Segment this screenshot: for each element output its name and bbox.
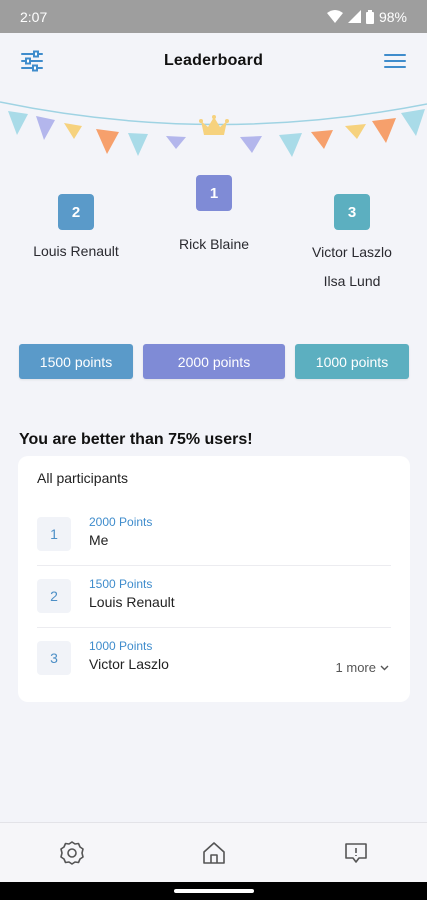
status-icons: 98% bbox=[326, 8, 407, 25]
divider bbox=[37, 627, 391, 628]
row-points: 1500 Points bbox=[89, 577, 153, 591]
feedback-icon[interactable] bbox=[342, 839, 370, 867]
podium-rank-first: 1 bbox=[196, 175, 232, 211]
podium-name-third-2: Ilsa Lund bbox=[323, 273, 381, 289]
points-third-button[interactable]: 1000 points bbox=[295, 344, 409, 379]
row-rank: 1 bbox=[37, 517, 71, 551]
sliders-icon[interactable] bbox=[18, 47, 46, 75]
wifi-icon bbox=[326, 10, 343, 23]
status-bar: 2:07 98% bbox=[0, 0, 427, 33]
list-item[interactable]: 3 1000 Points Victor Laszlo 1 more bbox=[37, 639, 391, 703]
row-rank: 2 bbox=[37, 579, 71, 613]
ranking-summary: You are better than 75% users! bbox=[19, 431, 253, 448]
page-title: Leaderboard bbox=[163, 52, 264, 69]
podium-rank-third: 3 bbox=[334, 194, 370, 230]
home-icon[interactable] bbox=[200, 839, 228, 867]
home-indicator[interactable] bbox=[174, 889, 254, 893]
row-name: Victor Laszlo bbox=[89, 656, 169, 672]
podium-name-third: Victor Laszlo bbox=[312, 244, 392, 260]
row-name: Me bbox=[89, 532, 109, 548]
hamburger-menu-icon[interactable] bbox=[381, 47, 409, 75]
battery-percent: 98% bbox=[378, 8, 407, 25]
points-second-button[interactable]: 1500 points bbox=[19, 344, 133, 379]
podium-name-first: Rick Blaine bbox=[178, 236, 250, 252]
participants-title: All participants bbox=[37, 470, 129, 486]
signal-icon bbox=[347, 10, 361, 23]
divider bbox=[37, 565, 391, 566]
row-points: 2000 Points bbox=[89, 515, 153, 529]
chevron-down-icon bbox=[380, 665, 389, 670]
podium-name-second: Louis Renault bbox=[33, 243, 119, 259]
list-item[interactable]: 1 2000 Points Me bbox=[37, 515, 391, 579]
points-first-button[interactable]: 2000 points bbox=[143, 344, 285, 379]
battery-icon bbox=[365, 9, 374, 24]
podium-rank-second: 2 bbox=[58, 194, 94, 230]
row-points: 1000 Points bbox=[89, 639, 153, 653]
crown-icon bbox=[199, 115, 229, 135]
status-time: 2:07 bbox=[20, 8, 48, 25]
show-more-button[interactable]: 1 more bbox=[336, 660, 389, 675]
settings-gear-icon[interactable] bbox=[58, 839, 86, 867]
list-item[interactable]: 2 1500 Points Louis Renault bbox=[37, 577, 391, 641]
participants-card: All participants 1 2000 Points Me 2 1500… bbox=[18, 456, 410, 702]
more-label: 1 more bbox=[335, 660, 376, 675]
app-bar: Leaderboard bbox=[0, 33, 427, 89]
bottom-navigation bbox=[0, 822, 427, 882]
row-name: Louis Renault bbox=[89, 594, 175, 610]
row-rank: 3 bbox=[37, 641, 71, 675]
gesture-bar bbox=[0, 882, 427, 900]
